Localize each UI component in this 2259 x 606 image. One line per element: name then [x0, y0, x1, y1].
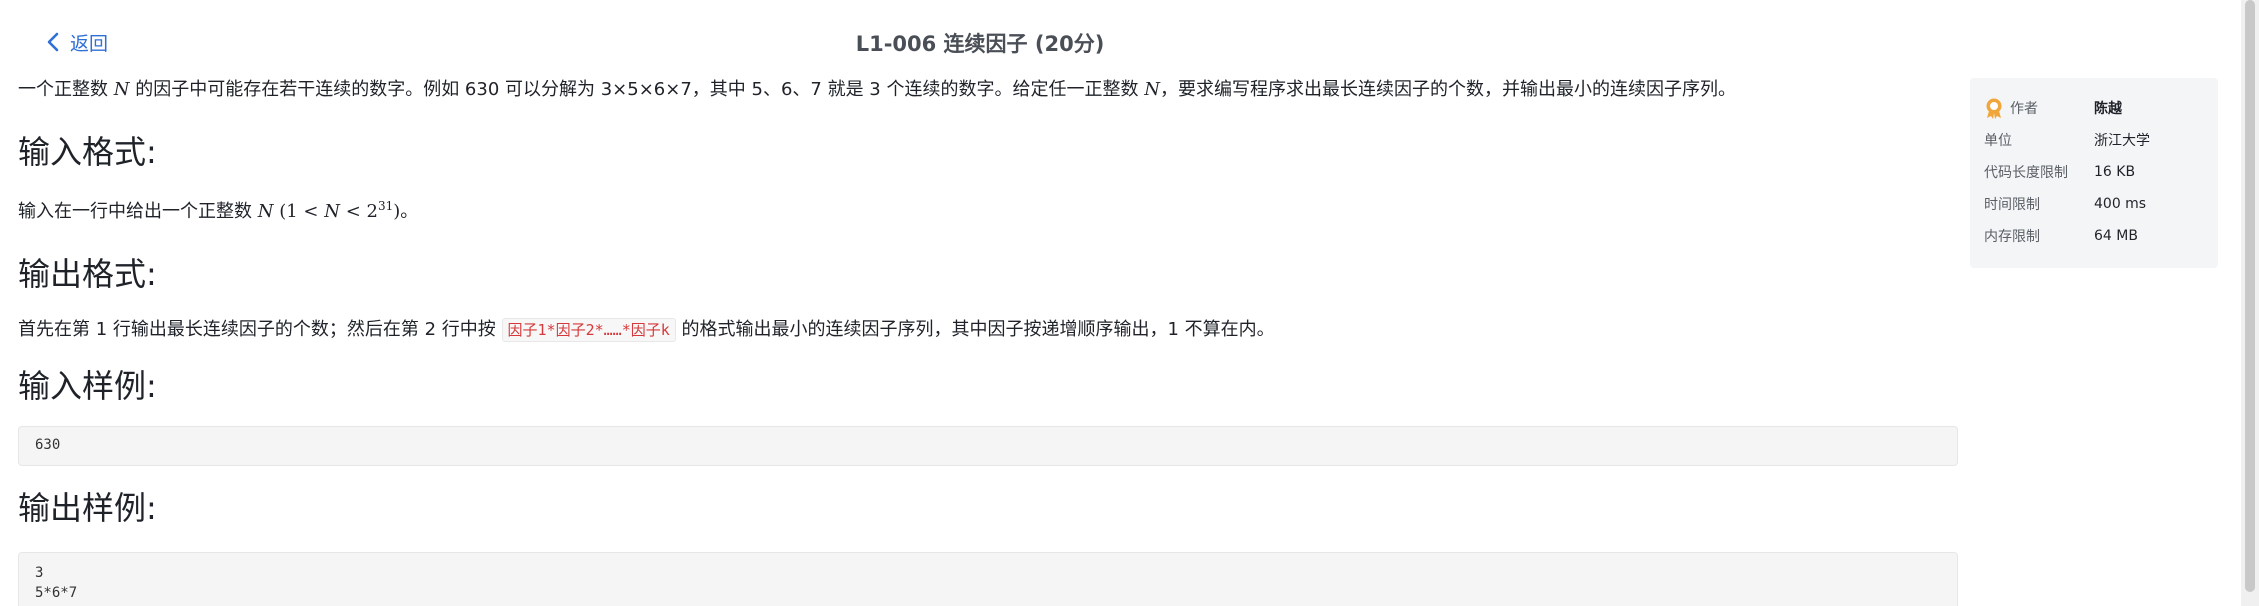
info-row-code-limit: 代码长度限制 16 KB — [1984, 156, 2204, 188]
info-row-unit: 单位 浙江大学 — [1984, 124, 2204, 156]
math-expr: < 2 — [339, 201, 378, 222]
math-var: N — [113, 79, 130, 100]
info-row-author: 作者 陈越 — [1984, 92, 2204, 124]
math-exponent: 31 — [377, 199, 394, 213]
description-text: 的因子中可能存在若干连续的数字。例如 630 可以分解为 3×5×6×7，其中 … — [129, 79, 1145, 100]
input-format-text-part: 输入在一行中给出一个正整数 — [18, 201, 258, 222]
code-line: 3 — [35, 565, 44, 581]
input-format-text: 输入在一行中给出一个正整数 N (1 < N < 231)。 — [18, 192, 1958, 226]
math-var: N — [257, 201, 274, 222]
mem-limit-value: 64 MB — [2094, 228, 2138, 244]
time-limit-label: 时间限制 — [1984, 197, 2040, 213]
description-text: ，要求编写程序求出最长连续因子的个数，并输出最小的连续因子序列。 — [1159, 79, 1736, 100]
sample-input-code[interactable]: 630 — [18, 426, 1958, 466]
problem-content: 一个正整数 N 的因子中可能存在若干连续的数字。例如 630 可以分解为 3×5… — [18, 76, 1958, 606]
code-limit-label: 代码长度限制 — [1984, 165, 2068, 181]
author-value[interactable]: 陈越 — [2094, 98, 2122, 118]
sample-output-code[interactable]: 3 5*6*7 — [18, 552, 1958, 606]
math-var: N — [324, 201, 340, 222]
math-expr: (1 < — [279, 201, 325, 222]
problem-page: 返回 L1-006 连续因子 (20分) 一个正整数 N 的因子中可能存在若干连… — [0, 0, 2259, 606]
info-row-mem-limit: 内存限制 64 MB — [1984, 220, 2204, 252]
output-format-heading: 输出格式: — [18, 255, 157, 293]
info-row-time-limit: 时间限制 400 ms — [1984, 188, 2204, 220]
code-limit-value: 16 KB — [2094, 164, 2136, 180]
input-format-text-part: 。 — [400, 201, 419, 222]
info-key: 作者 — [1984, 97, 2094, 119]
mem-limit-label: 内存限制 — [1984, 229, 2040, 245]
inline-code: 因子1*因子2*……*因子k — [501, 318, 676, 342]
problem-info-panel: 作者 陈越 单位 浙江大学 代码长度限制 16 KB 时间限制 400 ms 内… — [1970, 78, 2218, 268]
unit-label: 单位 — [1984, 133, 2012, 149]
input-format-heading: 输入格式: — [18, 133, 157, 171]
math-var: N — [1144, 79, 1160, 100]
problem-description: 一个正整数 N 的因子中可能存在若干连续的数字。例如 630 可以分解为 3×5… — [18, 76, 1958, 104]
vertical-scrollbar[interactable] — [2241, 0, 2259, 606]
output-format-text-part: 的格式输出最小的连续因子序列，其中因子按递增顺序输出，1 不算在内。 — [675, 319, 1275, 340]
code-line: 5*6*7 — [35, 585, 78, 601]
scrollbar-thumb[interactable] — [2245, 0, 2255, 592]
time-limit-value: 400 ms — [2094, 196, 2147, 212]
output-format-text-part: 首先在第 1 行输出最长连续因子的个数；然后在第 2 行中按 — [18, 319, 502, 340]
sample-output-heading: 输出样例: — [18, 489, 157, 527]
description-text: 一个正整数 — [18, 79, 114, 100]
author-label: 作者 — [2010, 101, 2038, 117]
output-format-text: 首先在第 1 行输出最长连续因子的个数；然后在第 2 行中按 因子1*因子2*…… — [18, 316, 1958, 344]
code-line: 630 — [35, 437, 61, 453]
unit-value: 浙江大学 — [2094, 133, 2150, 149]
sample-input-heading: 输入样例: — [18, 367, 157, 405]
medal-icon — [1986, 98, 2002, 119]
page-title: L1-006 连续因子 (20分) — [855, 32, 1105, 56]
